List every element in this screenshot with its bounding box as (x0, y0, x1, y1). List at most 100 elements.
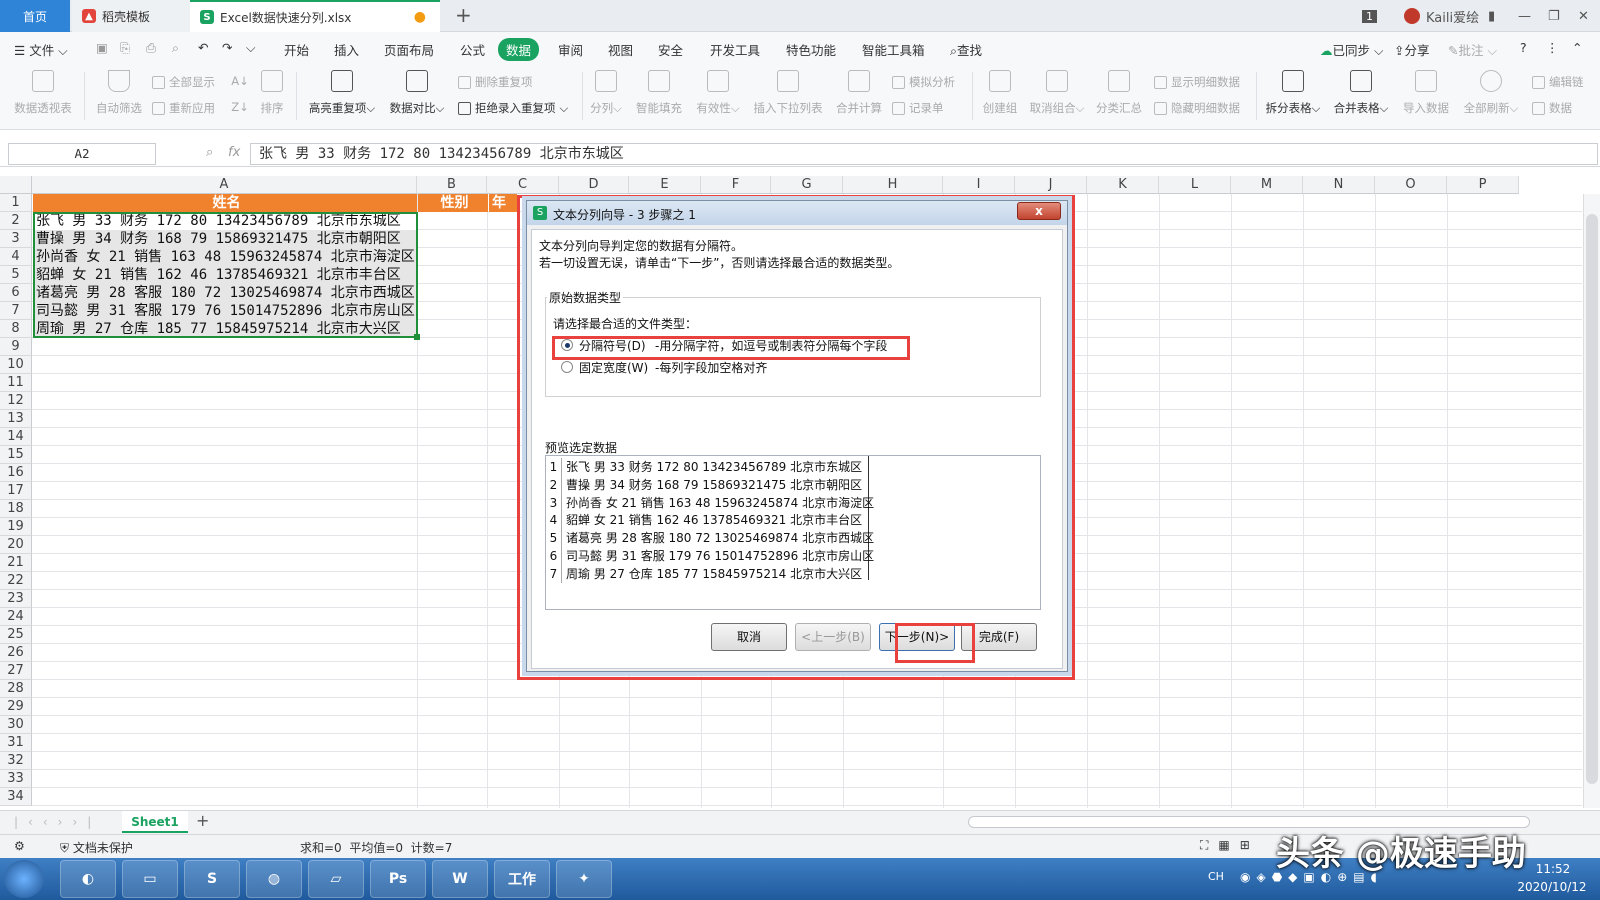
merge-calc-button[interactable]: 合并计算 (832, 70, 886, 116)
add-sheet-icon[interactable]: + (196, 811, 209, 830)
view-mode-icons[interactable]: ⛶▦⊞ (1200, 838, 1260, 853)
row-header-31[interactable]: 31 (0, 734, 32, 752)
column-header-K[interactable]: K (1087, 176, 1159, 194)
row-header-28[interactable]: 28 (0, 680, 32, 698)
sort-desc-icon[interactable]: Z↓ (230, 100, 250, 114)
row-header-1[interactable]: 1 (0, 194, 32, 212)
menu-page-layout[interactable]: 页面布局 (384, 40, 434, 59)
row-header-32[interactable]: 32 (0, 752, 32, 770)
row-header-29[interactable]: 29 (0, 698, 32, 716)
column-header-M[interactable]: M (1231, 176, 1303, 194)
zoom-formula-icon[interactable]: ⌕ (206, 145, 213, 160)
row-header-14[interactable]: 14 (0, 428, 32, 446)
show-all-button[interactable]: 全部显示 (152, 74, 215, 90)
macro-icon[interactable]: ⚙ (14, 839, 25, 853)
radio-fixed-width-label[interactable]: 固定宽度(W) (579, 359, 648, 376)
clock-time[interactable]: 11:52 (1518, 862, 1588, 876)
comment-button[interactable]: ✎批注 ⌵ (1448, 40, 1497, 59)
sheet-tab[interactable]: Sheet1 (122, 811, 188, 833)
autofilter-button[interactable]: 自动筛选 (92, 70, 146, 116)
preview-icon[interactable]: ⌕ (172, 40, 179, 56)
row-header-15[interactable]: 15 (0, 446, 32, 464)
row-header-2[interactable]: 2 (0, 212, 32, 230)
simulate-analysis-button[interactable]: 模拟分析 (892, 74, 955, 90)
cell-B1[interactable]: 性别 (418, 194, 488, 212)
merge-table-button[interactable]: 合并表格⌵ (1330, 70, 1392, 116)
row-header-13[interactable]: 13 (0, 410, 32, 428)
row-header-18[interactable]: 18 (0, 500, 32, 518)
data-source-button[interactable]: 数据 (1532, 100, 1572, 116)
column-header-N[interactable]: N (1303, 176, 1375, 194)
menu-formula[interactable]: 公式 (460, 40, 485, 59)
record-form-button[interactable]: 记录单 (892, 100, 944, 116)
column-header-E[interactable]: E (629, 176, 701, 194)
find-button[interactable]: ⌕查找 (950, 40, 982, 59)
row-header-33[interactable]: 33 (0, 770, 32, 788)
menu-review[interactable]: 审阅 (558, 40, 583, 59)
row-header-23[interactable]: 23 (0, 590, 32, 608)
sync-button[interactable]: ☁已同步 ⌵ (1320, 40, 1383, 59)
row-header-8[interactable]: 8 (0, 320, 32, 338)
split-table-button[interactable]: 拆分表格⌵ (1262, 70, 1324, 116)
window-count-badge[interactable]: 1 (1362, 0, 1377, 32)
reject-duplicates-button[interactable]: 拒绝录入重复项 ⌵ (458, 100, 568, 116)
quick-access-dropdown-icon[interactable]: ⌵ (246, 40, 255, 56)
vertical-scroll-thumb[interactable] (1586, 214, 1598, 784)
column-header-G[interactable]: G (771, 176, 843, 194)
split-column-button[interactable]: 分列⌵ (588, 70, 624, 116)
validity-button[interactable]: 有效性⌵ (694, 70, 742, 116)
column-header-H[interactable]: H (843, 176, 943, 194)
row-header-24[interactable]: 24 (0, 608, 32, 626)
row-header-17[interactable]: 17 (0, 482, 32, 500)
row-header-21[interactable]: 21 (0, 554, 32, 572)
row-header-7[interactable]: 7 (0, 302, 32, 320)
taskbar-wps-icon[interactable]: ✦ (556, 860, 612, 898)
minimize-icon[interactable]: — (1518, 0, 1531, 32)
fx-icon[interactable]: fx (228, 145, 240, 160)
new-tab-button[interactable]: + (455, 3, 472, 27)
more-icon[interactable]: ⋮ (1546, 40, 1559, 55)
taskbar-photoshop-icon[interactable]: Ps (370, 860, 426, 898)
cell-C1[interactable]: 年 (489, 194, 517, 212)
taskbar-wechat-icon[interactable]: ◍ (246, 860, 302, 898)
pivot-table-button[interactable]: 数据透视表 (10, 70, 76, 116)
edit-link-button[interactable]: 编辑链 (1532, 74, 1584, 90)
row-header-11[interactable]: 11 (0, 374, 32, 392)
save-icon[interactable]: ▣ (96, 40, 108, 55)
dialog-titlebar[interactable]: S 文本分列向导 - 3 步骤之 1 x (527, 201, 1067, 225)
row-header-12[interactable]: 12 (0, 392, 32, 410)
subtotal-button[interactable]: 分类汇总 (1092, 70, 1146, 116)
smart-fill-button[interactable]: 智能填充 (632, 70, 686, 116)
taskbar-work-icon[interactable]: 工作 (494, 860, 550, 898)
row-header-26[interactable]: 26 (0, 644, 32, 662)
taskbar-explorer-icon[interactable]: ▭ (122, 860, 178, 898)
reapply-button[interactable]: 重新应用 (152, 100, 215, 116)
fill-handle[interactable] (414, 334, 420, 340)
input-lang[interactable]: CH (1208, 870, 1224, 883)
insert-dropdown-button[interactable]: 插入下拉列表 (750, 70, 826, 116)
import-data-button[interactable]: 导入数据 (1398, 70, 1454, 116)
cancel-button[interactable]: 取消 (711, 623, 787, 651)
sheet-nav-icon[interactable]: |‹‹››| (14, 815, 101, 829)
menu-features[interactable]: 特色功能 (786, 40, 836, 59)
row-header-9[interactable]: 9 (0, 338, 32, 356)
row-header-19[interactable]: 19 (0, 518, 32, 536)
row-header-22[interactable]: 22 (0, 572, 32, 590)
help-icon[interactable]: ? (1520, 40, 1527, 55)
undo-icon[interactable]: ↶ (198, 40, 208, 55)
sort-button[interactable]: 排序 (254, 70, 290, 116)
data-preview[interactable]: 1 张飞 男 33 财务 172 80 13423456789 北京市东城区 2 曹操… (545, 455, 1041, 610)
row-header-6[interactable]: 6 (0, 284, 32, 302)
highlight-duplicates-button[interactable]: 高亮重复项⌵ (304, 70, 380, 116)
column-header-C[interactable]: C (487, 176, 559, 194)
vertical-scrollbar[interactable] (1583, 194, 1600, 808)
row-header-20[interactable]: 20 (0, 536, 32, 554)
menu-devtools[interactable]: 开发工具 (710, 40, 760, 59)
clock-date[interactable]: 2020/10/12 (1512, 880, 1592, 894)
formula-input[interactable]: 张飞 男 33 财务 172 80 13423456789 北京市东城区 (250, 143, 1598, 165)
menu-file[interactable]: ☰ 文件 ⌵ (14, 40, 68, 59)
menu-start[interactable]: 开始 (284, 40, 309, 59)
name-box[interactable]: A2 (8, 143, 156, 165)
row-header-34[interactable]: 34 (0, 788, 32, 806)
show-detail-button[interactable]: 显示明细数据 (1154, 74, 1240, 90)
